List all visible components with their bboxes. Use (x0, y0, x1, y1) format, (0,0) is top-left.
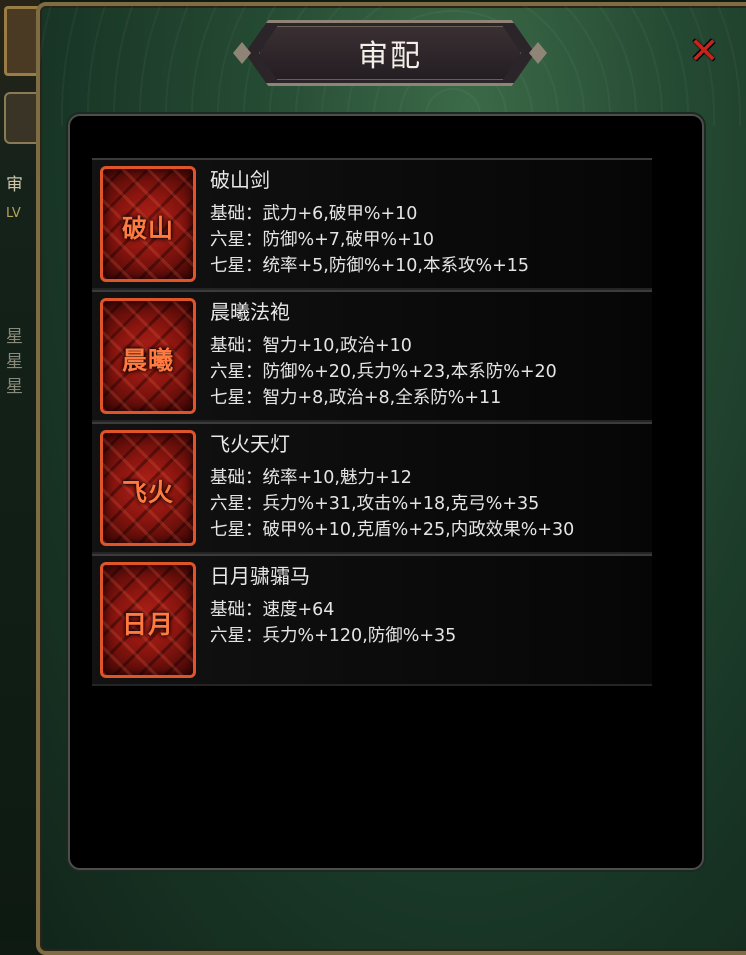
item-name: 飞火天灯 (210, 432, 290, 456)
dialog-title: 审配 (358, 39, 422, 74)
treasure-item[interactable]: 晨曦 晨曦法袍 基础：智力+10,政治+10 六星：防御%+20,兵力%+23,… (92, 290, 652, 422)
item-icon-label: 破山 (121, 214, 174, 243)
stat-base: 基础：统率+10,魅力+12 (210, 468, 412, 488)
stat-six-star: 六星：兵力%+120,防御%+35 (210, 626, 457, 646)
treasure-item[interactable]: 飞火 飞火天灯 基础：统率+10,魅力+12 六星：兵力%+31,攻击%+18,… (92, 422, 652, 554)
treasure-item[interactable]: 日月 日月骕骦马 基础：速度+64 六星：兵力%+120,防御%+35 (92, 554, 652, 686)
treasure-list: 破山 破山剑 基础：武力+6,破甲%+10 六星：防御%+7,破甲%+10 七星… (68, 114, 704, 870)
robe-icon: 晨曦 (100, 298, 196, 414)
horse-icon: 日月 (100, 562, 196, 678)
treasure-item[interactable]: 破山 破山剑 基础：武力+6,破甲%+10 六星：防御%+7,破甲%+10 七星… (92, 158, 652, 290)
stat-base: 基础：速度+64 (210, 600, 335, 620)
stat-seven-star: 七星：破甲%+10,克盾%+25,内政效果%+30 (210, 520, 575, 540)
stat-six-star: 六星：防御%+20,兵力%+23,本系防%+20 (210, 362, 557, 382)
background-text: 审 (6, 175, 23, 195)
stat-six-star: 六星：防御%+7,破甲%+10 (210, 230, 435, 250)
item-icon-label: 晨曦 (121, 346, 174, 375)
background-text: 星 (6, 377, 23, 397)
stat-six-star: 六星：兵力%+31,攻击%+18,克弓%+35 (210, 494, 540, 514)
stat-seven-star: 七星：智力+8,政治+8,全系防%+11 (210, 388, 502, 408)
background-text: 星 (6, 352, 23, 372)
item-icon-label: 飞火 (121, 478, 174, 507)
close-x-icon: ✕ (688, 31, 720, 72)
stat-base: 基础：智力+10,政治+10 (210, 336, 412, 356)
lantern-icon: 飞火 (100, 430, 196, 546)
close-button[interactable]: ✕ (686, 34, 722, 70)
item-name: 晨曦法袍 (210, 300, 290, 324)
item-name: 日月骕骦马 (210, 564, 310, 588)
title-plate: 审配 (233, 20, 547, 86)
stat-base: 基础：武力+6,破甲%+10 (210, 204, 418, 224)
sword-icon: 破山 (100, 166, 196, 282)
stat-seven-star: 七星：统率+5,防御%+10,本系攻%+15 (210, 256, 530, 276)
item-name: 破山剑 (210, 168, 270, 192)
item-icon-label: 日月 (121, 610, 174, 639)
background-screen: 审 LV 星 星 星 (0, 0, 44, 942)
background-text: LV (6, 206, 21, 221)
background-text: 星 (6, 327, 23, 347)
